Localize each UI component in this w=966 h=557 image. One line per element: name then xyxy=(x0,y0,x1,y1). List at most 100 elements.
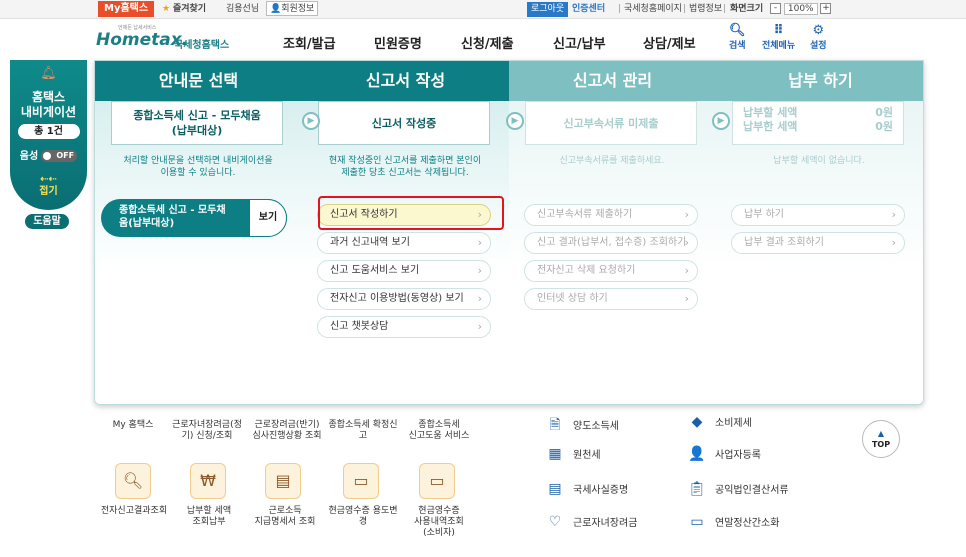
report-help-service-button[interactable]: 신고 도움서비스 보기 › xyxy=(317,260,491,282)
zoom-minus-button[interactable]: - xyxy=(770,3,781,14)
chevron-right-icon: › xyxy=(477,320,482,333)
step-guide-selection: 안내문 선택 종합소득세 신고 - 모두채움 (납부대상) 처리할 안내문을 선택… xyxy=(95,61,302,404)
quick-payslip[interactable]: 근로소득 지급명세서 조회 xyxy=(246,506,324,528)
guide-select-button[interactable]: 종합소득세 신고 - 모두채 움(납부대상) 보기 xyxy=(101,199,287,237)
report-chatbot-button[interactable]: 신고 챗봇상담 › xyxy=(317,316,491,338)
card-icon: ▭ xyxy=(690,514,704,530)
star-icon: ★ xyxy=(162,4,171,14)
my-hometax-button[interactable]: My홈택스 xyxy=(98,1,155,17)
favorites-link[interactable]: ★ 즐겨찾기 xyxy=(162,2,206,17)
step-title: 신고서 작성 xyxy=(302,61,509,101)
quick-my-hometax[interactable]: My 홈택스 xyxy=(106,420,160,431)
nav-consult-report[interactable]: 상담/제보 xyxy=(643,33,696,52)
chevron-right-icon: › xyxy=(684,236,689,249)
law-info-link[interactable]: 법령정보 xyxy=(689,2,722,17)
separator: | xyxy=(683,4,687,14)
chevron-right-icon: › xyxy=(477,264,482,277)
voice-toggle-row: 음성 OFF xyxy=(10,147,87,162)
person-icon: 👤 xyxy=(688,446,706,462)
zoom-plus-button[interactable]: + xyxy=(820,3,832,14)
separator: | xyxy=(618,4,622,14)
quick-receipt-history[interactable]: 현금영수증 사용내역조회 (소비자) xyxy=(400,506,478,539)
step-title: 신고서 관리 xyxy=(509,61,716,101)
report-result-icon[interactable]: 🔍︎ xyxy=(115,463,151,499)
payslip-icon[interactable]: ▤ xyxy=(265,463,301,499)
step-title: 안내문 선택 xyxy=(95,61,302,101)
receipt-change-icon[interactable]: ▭ xyxy=(343,463,379,499)
link-consumption-tax[interactable]: ◆ 소비제세 xyxy=(687,414,752,430)
delete-request-button[interactable]: 전자신고 삭제 요청하기 › xyxy=(524,260,698,282)
nav-apply-submit[interactable]: 신청/제출 xyxy=(461,33,514,52)
chevron-right-icon: › xyxy=(477,292,482,305)
quick-tax-payment[interactable]: 납부할 세액 조회납부 xyxy=(172,506,246,528)
bell-icon: 🔔︎ xyxy=(40,66,57,81)
quick-child-incentive[interactable]: 근로자녀장려금(정 기) 신청/조회 xyxy=(168,420,246,442)
step-arrow-icon: ▶ xyxy=(302,112,320,130)
member-info-button[interactable]: 👤회원정보 xyxy=(266,1,319,16)
zoom-value: 100% xyxy=(783,2,818,15)
heart-icon: ♡ xyxy=(548,514,562,530)
e-report-video-button[interactable]: 전자신고 이용방법(동영상) 보기 › xyxy=(317,288,491,310)
settings-button[interactable]: ⚙ 설정 xyxy=(810,23,827,52)
diamond-icon: ◆ xyxy=(691,414,703,430)
cert-center-link[interactable]: 인증센터 xyxy=(572,2,605,17)
online-consult-button[interactable]: 인터넷 상담 하기 › xyxy=(524,288,698,310)
zoom-control: - 100% + xyxy=(770,2,832,17)
link-transfer-income-tax[interactable]: 🗎 양도소득세 xyxy=(545,414,619,438)
top-utility-bar: My홈택스 ★ 즐겨찾기 김용선님 👤회원정보 로그아웃 인증센터 | 국세청홈… xyxy=(0,0,966,19)
amount-due: 0원 xyxy=(875,106,893,119)
search-button[interactable]: 🔍︎ 검색 xyxy=(729,23,746,52)
chevron-right-icon: › xyxy=(891,208,896,221)
nav-civil-cert[interactable]: 민원증명 xyxy=(374,33,422,52)
gear-icon: ⚙ xyxy=(812,23,825,38)
nav-report-pay[interactable]: 신고/납부 xyxy=(553,33,606,52)
logo-subtitle: 국세청홈택스 xyxy=(174,40,230,51)
clipboard-icon: 📋︎ xyxy=(688,481,706,497)
separator: | xyxy=(723,4,727,14)
pay-button[interactable]: 납부 하기 › xyxy=(731,204,905,226)
quick-income-tax-help[interactable]: 종합소득세 신고도움 서비스 xyxy=(400,420,478,442)
link-child-incentive[interactable]: ♡ 근로자녀장려금 xyxy=(545,514,638,530)
submit-attachments-button[interactable]: 신고부속서류 제출하기 › xyxy=(524,204,698,226)
person-icon: 👤 xyxy=(270,4,282,14)
past-reports-button[interactable]: 과거 신고내역 보기 › xyxy=(317,232,491,254)
link-business-registration[interactable]: 👤 사업자등록 xyxy=(687,446,761,462)
scroll-top-button[interactable]: ▲ TOP xyxy=(862,420,900,458)
chevron-right-icon: › xyxy=(684,264,689,277)
tax-amount-box: 납부할 세액 0원 납부한 세액 0원 xyxy=(732,101,904,145)
chevron-right-icon: › xyxy=(684,208,689,221)
step-report-management: 신고서 관리 신고부속서류 미제출 신고부속서류를 제출하세요. 신고부속서류 … xyxy=(509,61,716,404)
voice-toggle[interactable]: OFF xyxy=(41,150,78,162)
quick-income-tax-report[interactable]: 종합소득세 확정신 고 xyxy=(324,420,402,442)
search-icon: 🔍︎ xyxy=(729,23,746,38)
quick-earned-incentive[interactable]: 근로장려금(반기) 심사진행상황 조회 xyxy=(248,420,326,442)
nav-inquiry-issue[interactable]: 조회/발급 xyxy=(283,33,336,52)
link-year-end-settlement[interactable]: ▭ 연말정산간소화 xyxy=(687,514,779,530)
payment-result-button[interactable]: 납부 결과 조회하기 › xyxy=(731,232,905,254)
step-arrow-icon: ▶ xyxy=(506,112,524,130)
guide-view-button[interactable]: 보기 xyxy=(249,199,287,237)
step-title: 납부 하기 xyxy=(716,61,923,101)
step-description: 납부할 세액이 없습니다. xyxy=(773,156,865,166)
chevron-right-icon: › xyxy=(684,292,689,305)
chevron-right-icon: › xyxy=(891,236,896,249)
report-result-button[interactable]: 신고 결과(납부서, 접수증) 조회하기 › xyxy=(524,232,698,254)
all-menu-button[interactable]: ⠿ 전체메뉴 xyxy=(762,24,795,52)
tax-payment-icon[interactable]: ₩ xyxy=(190,463,226,499)
help-button[interactable]: 도움말 xyxy=(25,214,69,229)
nts-home-link[interactable]: 국세청홈페이지 xyxy=(624,2,682,17)
double-arrow-left-icon: ⇠⇠ xyxy=(40,174,57,185)
receipt-history-icon[interactable]: ▭ xyxy=(419,463,455,499)
step-description: 현재 작성중인 신고서를 제출하면 본인이 제출한 당초 신고서는 삭제됩니다. xyxy=(328,156,482,178)
sidebar-title: 홈택스 내비게이션 xyxy=(20,90,77,119)
link-tax-fact-cert[interactable]: ▤ 국세사실증명 xyxy=(545,481,628,497)
document-icon: 🗎 xyxy=(549,417,561,433)
quick-receipt-change[interactable]: 현금영수증 용도변 경 xyxy=(324,506,402,528)
quick-report-result[interactable]: 전자신고결과조회 xyxy=(96,506,172,517)
link-withholding-tax[interactable]: ▦ 원천세 xyxy=(545,446,600,462)
step-description: 신고부속서류를 제출하세요. xyxy=(559,156,665,166)
link-public-corp-settlement[interactable]: 📋︎ 공익법인결산서류 xyxy=(687,481,789,497)
logout-button[interactable]: 로그아웃 xyxy=(527,2,569,17)
collapse-button[interactable]: ⇠⇠ 접기 xyxy=(10,174,87,198)
caret-up-icon: ▲ xyxy=(877,429,885,438)
